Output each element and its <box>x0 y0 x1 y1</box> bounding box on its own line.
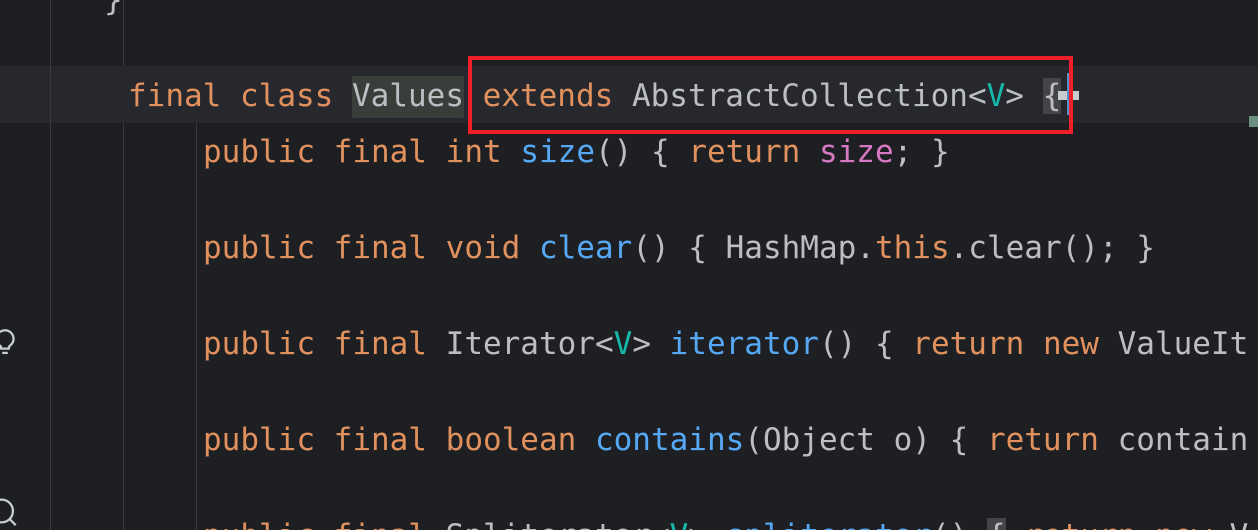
code-token: ValueIt <box>1117 326 1249 362</box>
code-token: > <box>632 326 670 362</box>
code-token: new <box>1155 518 1211 530</box>
code-token: return <box>986 422 1099 458</box>
code-token: contain <box>1117 422 1249 458</box>
code-token: size <box>520 134 595 170</box>
code-token: final <box>333 230 427 266</box>
code-token: boolean <box>445 422 577 458</box>
code-token: () { <box>594 134 689 170</box>
code-line[interactable]: public final Iterator<V> iterator() { re… <box>0 296 1248 392</box>
code-token: (); } <box>1061 230 1155 266</box>
code-token: return <box>1024 518 1136 530</box>
code-token: o) { <box>874 422 987 458</box>
code-line[interactable]: public final void clear() { HashMap.this… <box>0 200 1155 296</box>
code-token: return <box>688 134 801 170</box>
code-token: public <box>203 518 315 530</box>
code-token: size <box>818 134 894 170</box>
code-token: public <box>203 422 315 458</box>
code-token: ( <box>744 422 763 458</box>
code-token: final <box>333 326 427 362</box>
code-token: V <box>670 518 689 530</box>
code-token: return <box>912 326 1025 362</box>
code-token: V <box>613 326 633 362</box>
code-token: () { <box>632 230 726 266</box>
code-token: . <box>856 230 875 266</box>
code-token: new <box>1042 326 1099 362</box>
code-token: < <box>967 78 987 114</box>
code-token: < <box>594 326 614 362</box>
code-token: public <box>203 134 315 170</box>
code-token: V <box>1211 518 1249 530</box>
code-token: void <box>445 230 521 266</box>
code-token: clear <box>538 230 633 266</box>
code-token: V <box>986 78 1006 114</box>
code-token: int <box>445 134 502 170</box>
code-editor[interactable]: } final class Values extends AbstractColl… <box>0 0 1258 530</box>
code-token: public <box>203 230 315 266</box>
code-token: final <box>333 134 427 170</box>
code-token: Object <box>762 422 875 458</box>
matched-brace: { <box>986 518 1006 530</box>
code-token: public <box>203 326 315 362</box>
code-token: iterator <box>669 326 819 362</box>
code-token: Spliterator <box>446 518 651 530</box>
code-token: spliterator <box>726 518 931 530</box>
code-token: ; } <box>893 134 950 170</box>
code-token: > <box>1005 78 1043 114</box>
code-token: } <box>104 0 123 18</box>
code-token: clear <box>968 230 1062 266</box>
code-token: this <box>874 230 950 266</box>
code-token: Iterator <box>445 326 595 362</box>
code-token: () { <box>818 326 913 362</box>
marker-stripe-track[interactable] <box>1246 0 1258 530</box>
marker-stripe-item[interactable] <box>1249 116 1258 127</box>
code-token: . <box>949 230 969 266</box>
code-line[interactable]: } <box>0 0 123 48</box>
code-line[interactable]: public final boolean contains(Object o) … <box>0 392 1248 488</box>
code-line[interactable]: public final int size() { return size; } <box>0 104 950 200</box>
text-caret <box>1067 73 1070 115</box>
code-line[interactable]: public final Spliterator<V> spliterator(… <box>0 488 1248 530</box>
code-token: < <box>651 518 670 530</box>
code-token: final <box>333 422 427 458</box>
code-token: contains <box>594 422 745 458</box>
code-token: HashMap <box>725 230 857 266</box>
code-token: () <box>931 518 987 530</box>
code-token: final <box>334 518 427 530</box>
code-token: > <box>688 518 725 530</box>
